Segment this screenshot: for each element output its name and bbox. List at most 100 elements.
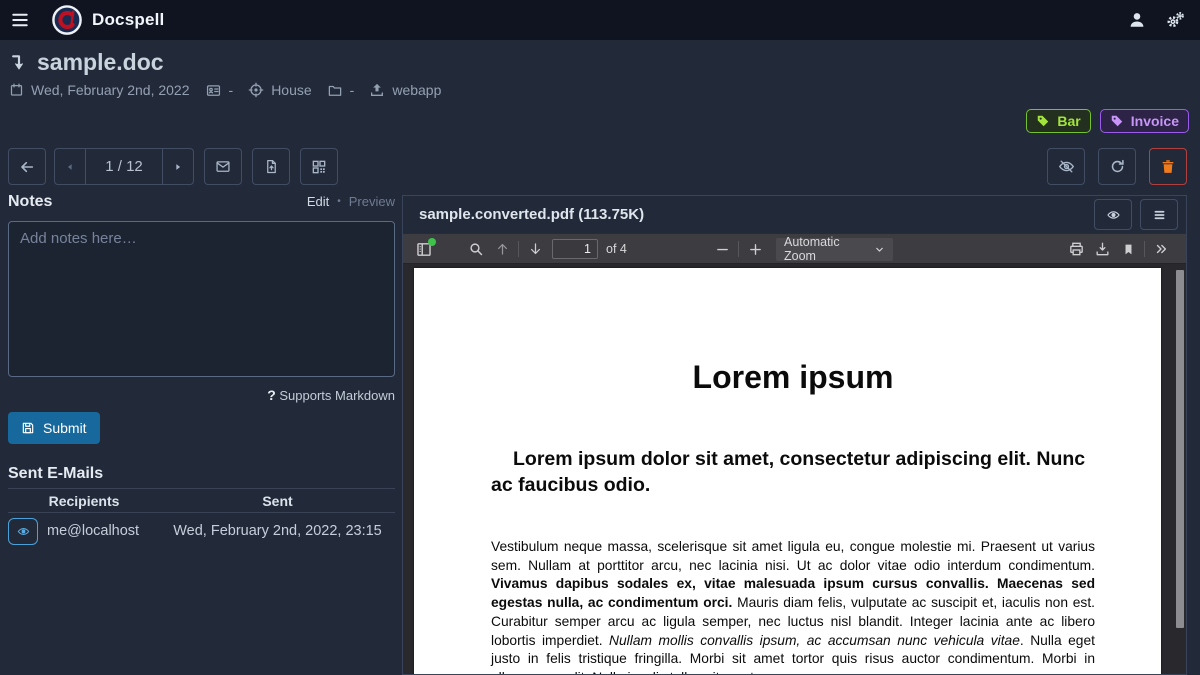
tag-bar[interactable]: Bar [1026, 109, 1090, 133]
concerning-item[interactable]: House [248, 82, 311, 98]
download-icon [1094, 241, 1111, 257]
attachment-header-buttons [1094, 199, 1178, 230]
pdf-document-heading: Lorem ipsum dolor sit amet, consectetur … [491, 446, 1095, 498]
notes-heading: Notes [8, 193, 52, 211]
email-recipient-cell: me@localhost [8, 518, 160, 545]
bookmark-icon [1122, 242, 1135, 257]
toolbar-more-button[interactable] [1148, 236, 1174, 262]
toolbar-separator [518, 241, 519, 257]
notes-header: Notes Edit • Preview [8, 193, 395, 211]
viewer-scrollbar-thumb[interactable] [1176, 270, 1184, 628]
attachment-file-label: sample.converted.pdf (113.75K) [419, 206, 644, 223]
emails-table-header: Recipients Sent [8, 489, 395, 513]
next-attachment-button[interactable] [162, 149, 193, 184]
submit-label: Submit [43, 420, 87, 436]
trash-icon [1160, 158, 1176, 175]
page-count-label: of 4 [606, 242, 627, 256]
back-button[interactable] [8, 148, 46, 185]
page-number-input[interactable] [552, 239, 598, 259]
crosshair-icon [248, 82, 264, 98]
email-row: me@localhost Wed, February 2nd, 2022, 23… [8, 513, 395, 549]
add-files-button[interactable] [252, 148, 290, 185]
chevron-down-icon [874, 244, 885, 255]
qr-code-button[interactable] [300, 148, 338, 185]
document-meta-row: Wed, February 2nd, 2022 - House - webapp [9, 82, 441, 98]
tag-invoice[interactable]: Invoice [1100, 109, 1189, 133]
send-mail-button[interactable] [204, 148, 242, 185]
previous-page-button[interactable] [489, 236, 515, 262]
column-sent: Sent [160, 493, 395, 509]
tab-separator-dot: • [337, 196, 341, 207]
tag-icon [1036, 114, 1050, 128]
settings-button[interactable] [1156, 0, 1194, 40]
toolbar-separator [738, 241, 739, 257]
view-email-button[interactable] [8, 518, 38, 545]
app-logo[interactable]: Docspell [52, 5, 164, 35]
pdf-viewer[interactable]: Lorem ipsum Lorem ipsum dolor sit amet, … [403, 264, 1186, 674]
pdfjs-toolbar-right [1063, 234, 1174, 264]
save-icon [21, 421, 35, 435]
correspondent-item[interactable]: - [205, 82, 234, 98]
zoom-in-button[interactable] [742, 236, 768, 262]
concerning-value: House [271, 82, 311, 98]
menu-button[interactable] [0, 0, 40, 40]
calendar-icon [9, 82, 24, 98]
sidebar-toggle-button[interactable] [411, 236, 437, 262]
upload-icon [369, 82, 385, 98]
attachment-panel: sample.converted.pdf (113.75K) [402, 195, 1187, 675]
document-date: Wed, February 2nd, 2022 [31, 82, 190, 98]
pdfjs-toolbar-left: of 4 [411, 234, 627, 264]
folder-value: - [350, 82, 355, 98]
markdown-hint: ? Supports Markdown [8, 387, 395, 403]
zoom-select[interactable]: Automatic Zoom [776, 238, 893, 261]
pdfjs-toolbar: of 4 Automatic Zoom [403, 233, 1186, 264]
notes-textarea[interactable] [8, 221, 395, 377]
sent-emails-table: Recipients Sent me@localhost Wed, Februa… [8, 488, 395, 549]
print-button[interactable] [1063, 236, 1089, 262]
folder-item[interactable]: - [327, 82, 355, 98]
find-button[interactable] [463, 236, 489, 262]
caret-right-icon [173, 161, 183, 173]
docspell-logo-icon [52, 5, 82, 35]
tag-label: Invoice [1131, 113, 1179, 129]
tag-icon [1110, 114, 1124, 128]
delete-button[interactable] [1149, 148, 1187, 185]
id-card-icon [205, 83, 222, 98]
left-column: Notes Edit • Preview ? Supports Markdown… [8, 193, 395, 549]
prev-attachment-button[interactable] [55, 149, 86, 184]
menu-icon [10, 11, 30, 29]
eye-icon [16, 525, 31, 538]
download-button[interactable] [1089, 236, 1115, 262]
docspell-app: Docspell sample.doc We [0, 0, 1200, 675]
search-icon [468, 241, 484, 257]
top-bar: Docspell [0, 0, 1200, 40]
user-menu-button[interactable] [1118, 0, 1156, 40]
attachment-header: sample.converted.pdf (113.75K) [403, 196, 1186, 233]
sent-emails-heading: Sent E-Mails [8, 465, 395, 483]
notes-edit-tab[interactable]: Edit [307, 194, 329, 209]
email-sent-date: Wed, February 2nd, 2022, 23:15 [160, 523, 395, 539]
pdf-document-body: Vestibulum neque massa, scelerisque sit … [491, 538, 1095, 674]
toolbar-separator [1144, 241, 1145, 257]
file-upload-icon [264, 158, 279, 175]
plus-icon [748, 242, 763, 257]
date-item: Wed, February 2nd, 2022 [9, 82, 190, 98]
toggle-visibility-button[interactable] [1047, 148, 1085, 185]
arrow-left-icon [18, 159, 36, 175]
submit-notes-button[interactable]: Submit [8, 412, 100, 444]
viewer-scrollbar[interactable] [1175, 264, 1184, 674]
zoom-out-button[interactable] [709, 236, 735, 262]
next-page-button[interactable] [522, 236, 548, 262]
markdown-help-link[interactable]: ? [267, 387, 276, 403]
eye-icon [1105, 208, 1122, 222]
arrow-down-icon [528, 241, 543, 257]
attachment-menu-button[interactable] [1140, 199, 1178, 230]
bars-icon [1152, 208, 1167, 222]
notes-preview-tab[interactable]: Preview [349, 194, 395, 209]
notes-tabs: Edit • Preview [307, 194, 395, 209]
pdf-page: Lorem ipsum Lorem ipsum dolor sit amet, … [414, 268, 1161, 674]
attachment-view-button[interactable] [1094, 199, 1132, 230]
bookmark-button[interactable] [1115, 236, 1141, 262]
reprocess-button[interactable] [1098, 148, 1136, 185]
sidebar-notification-dot [428, 238, 436, 246]
